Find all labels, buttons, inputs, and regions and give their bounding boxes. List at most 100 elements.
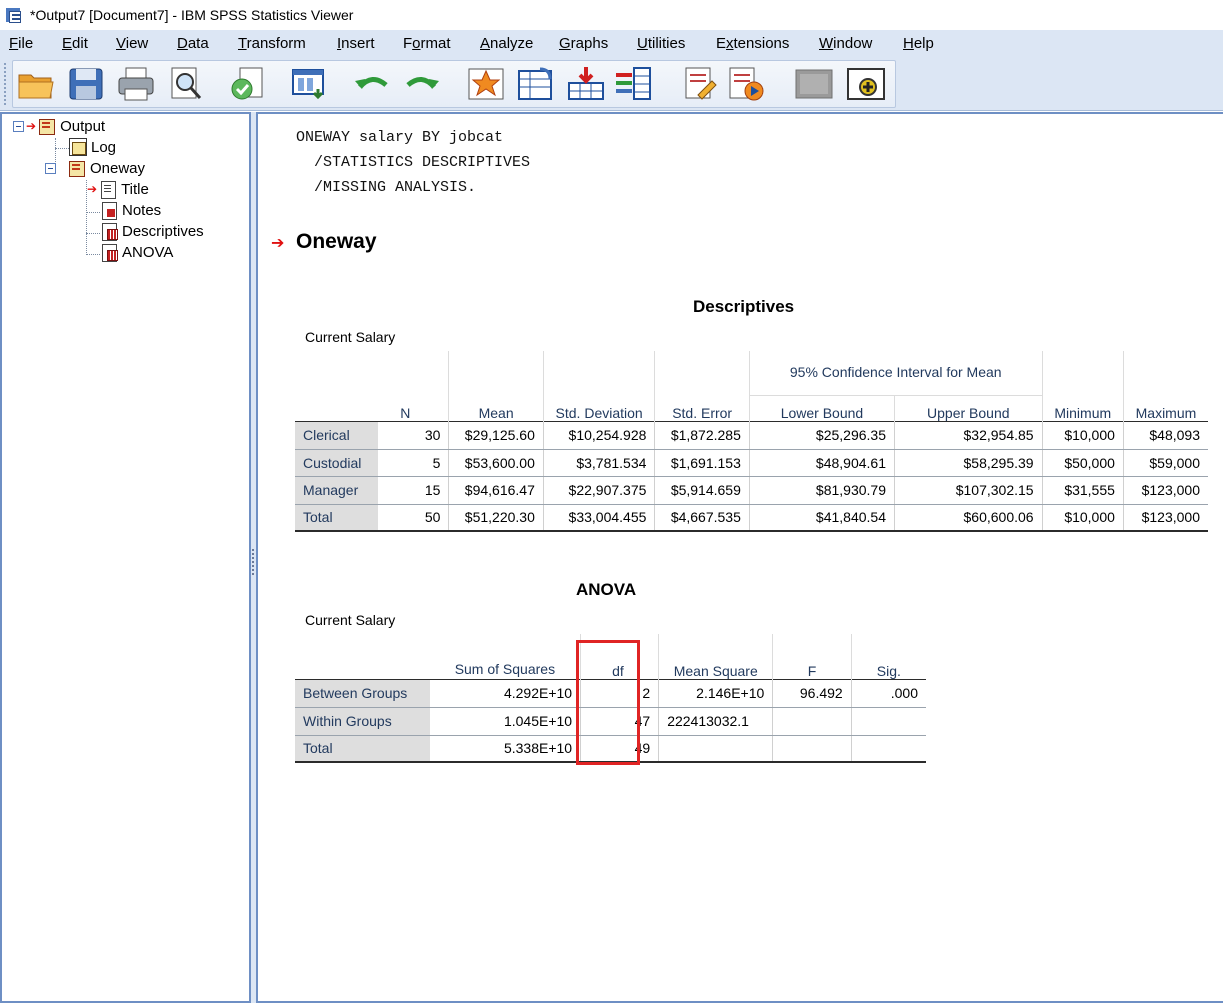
menu-view[interactable]: View xyxy=(116,35,148,52)
syntax-line: ONEWAY salary BY jobcat xyxy=(296,129,504,146)
row-label: Manager xyxy=(295,476,378,505)
splitter-grip[interactable] xyxy=(252,549,255,575)
save-icon[interactable] xyxy=(66,65,106,103)
add-icon[interactable] xyxy=(846,65,886,103)
menu-window[interactable]: Window xyxy=(819,35,872,52)
outline-node-anova[interactable]: ANOVA xyxy=(100,243,174,262)
row-label: Custodial xyxy=(295,449,378,477)
oneway-folder-icon xyxy=(68,159,86,177)
table-cell: $107,302.15 xyxy=(894,476,1043,505)
window-title: *Output7 [Document7] - IBM SPSS Statisti… xyxy=(30,7,354,23)
toolbar-grip[interactable] xyxy=(4,63,8,105)
ci-group-header: 95% Confidence Interval for Mean xyxy=(748,351,1043,396)
header-blank xyxy=(295,351,378,395)
menu-utilities[interactable]: Utilities xyxy=(637,35,685,52)
table-cell: $3,781.534 xyxy=(542,449,655,477)
print-icon[interactable] xyxy=(116,65,156,103)
table-cell: .000 xyxy=(850,678,926,708)
table-cell: $48,904.61 xyxy=(748,449,895,477)
pivot-table-icon xyxy=(100,222,118,241)
menu-help[interactable]: Help xyxy=(903,35,934,52)
tree-line xyxy=(55,148,69,149)
header-blank xyxy=(295,634,430,679)
menu-analyze[interactable]: Analyze xyxy=(480,35,533,52)
collapse-toggle-icon[interactable] xyxy=(13,120,24,132)
table-cell xyxy=(658,735,773,763)
menu-graphs[interactable]: Graphs xyxy=(559,35,608,52)
table-cell xyxy=(772,735,852,763)
table-cell: $10,000 xyxy=(1041,420,1124,450)
outline-node-log[interactable]: Log xyxy=(69,138,116,156)
col-header-minimum: Minimum xyxy=(1041,395,1124,421)
pivot-table-icon xyxy=(100,243,118,262)
header-blank xyxy=(1122,351,1208,395)
table-cell: $33,004.455 xyxy=(542,504,655,532)
variables-icon[interactable] xyxy=(614,65,654,103)
syntax-line: /STATISTICS DESCRIPTIVES xyxy=(296,154,531,171)
collapse-toggle-icon[interactable] xyxy=(45,162,56,174)
col-header-sum-of-squares: Sum of Squares xyxy=(454,660,556,677)
open-folder-icon[interactable] xyxy=(16,65,56,103)
table-row: Total 50 $51,220.30 $33,004.455 $4,667.5… xyxy=(295,504,1208,532)
descriptives-table[interactable]: 95% Confidence Interval for Mean N Mean … xyxy=(295,351,1208,532)
insert-variable-icon[interactable] xyxy=(566,65,606,103)
table-cell: $53,600.00 xyxy=(448,449,544,477)
row-label: Total xyxy=(295,504,378,532)
table-cell: 4.292E+10 xyxy=(429,678,581,708)
outline-node-notes[interactable]: Notes xyxy=(100,201,161,220)
anova-caption: Current Salary xyxy=(305,612,396,628)
table-cell: $1,691.153 xyxy=(654,449,750,477)
menu-file[interactable]: File xyxy=(9,35,33,52)
table-cell: 30 xyxy=(377,420,449,450)
outline-node-output[interactable]: ➔ Output xyxy=(13,117,105,135)
table-row: Custodial 5 $53,600.00 $3,781.534 $1,691… xyxy=(295,449,1208,477)
row-label: Between Groups xyxy=(295,678,430,708)
menu-extensions[interactable]: Extensions xyxy=(716,35,789,52)
print-preview-icon[interactable] xyxy=(166,65,206,103)
go-to-data-icon[interactable] xyxy=(466,65,506,103)
create-script-icon[interactable] xyxy=(680,65,720,103)
spss-app-icon xyxy=(6,6,24,24)
table-cell: $22,907.375 xyxy=(542,476,655,505)
menu-edit[interactable]: Edit xyxy=(62,35,88,52)
table-cell: 5 xyxy=(377,449,449,477)
tree-line xyxy=(86,233,100,234)
redo-icon[interactable] xyxy=(402,65,442,103)
recall-dialog-icon[interactable] xyxy=(290,65,330,103)
menu-bar: File Edit View Data Transform Insert For… xyxy=(0,30,1223,57)
tree-line xyxy=(86,212,100,213)
go-to-case-icon[interactable] xyxy=(516,65,556,103)
table-cell: $94,616.47 xyxy=(448,476,544,505)
outline-label-oneway: Oneway xyxy=(90,159,146,177)
undo-icon[interactable] xyxy=(352,65,392,103)
table-cell: $81,930.79 xyxy=(748,476,895,505)
anova-title: ANOVA xyxy=(576,580,637,599)
table-row: Manager 15 $94,616.47 $22,907.375 $5,914… xyxy=(295,476,1208,505)
table-cell: $51,220.30 xyxy=(448,504,544,532)
descriptives-title: Descriptives xyxy=(693,297,795,316)
outline-label-anova: ANOVA xyxy=(122,243,174,261)
header-blank xyxy=(542,351,655,395)
outline-node-title[interactable]: ➔ Title xyxy=(87,180,149,199)
col-header-mean: Mean xyxy=(448,395,544,421)
menu-format[interactable]: Format xyxy=(403,35,451,52)
table-cell: $1,872.285 xyxy=(654,420,750,450)
title-doc-icon xyxy=(99,180,117,199)
content-pane[interactable] xyxy=(256,112,1223,1003)
col-header-f: F xyxy=(772,634,852,679)
syntax-log[interactable]: ONEWAY salary BY jobcat /STATISTICS DESC… xyxy=(296,125,530,200)
col-header-lower-bound: Lower Bound xyxy=(748,395,895,421)
menu-insert[interactable]: Insert xyxy=(337,35,375,52)
menu-data[interactable]: Data xyxy=(177,35,209,52)
header-blank xyxy=(448,351,544,395)
header-blank xyxy=(1041,351,1124,395)
designate-window-icon[interactable] xyxy=(794,65,834,103)
output-heading[interactable]: Oneway xyxy=(296,230,377,254)
outline-node-descriptives[interactable]: Descriptives xyxy=(100,222,204,241)
export-icon[interactable] xyxy=(228,65,268,103)
col-header-std-deviation: Std. Deviation xyxy=(542,395,655,421)
menu-transform[interactable]: Transform xyxy=(238,35,306,52)
run-script-icon[interactable] xyxy=(726,65,766,103)
outline-node-oneway[interactable]: Oneway xyxy=(45,159,145,177)
toolbar xyxy=(0,57,1223,111)
